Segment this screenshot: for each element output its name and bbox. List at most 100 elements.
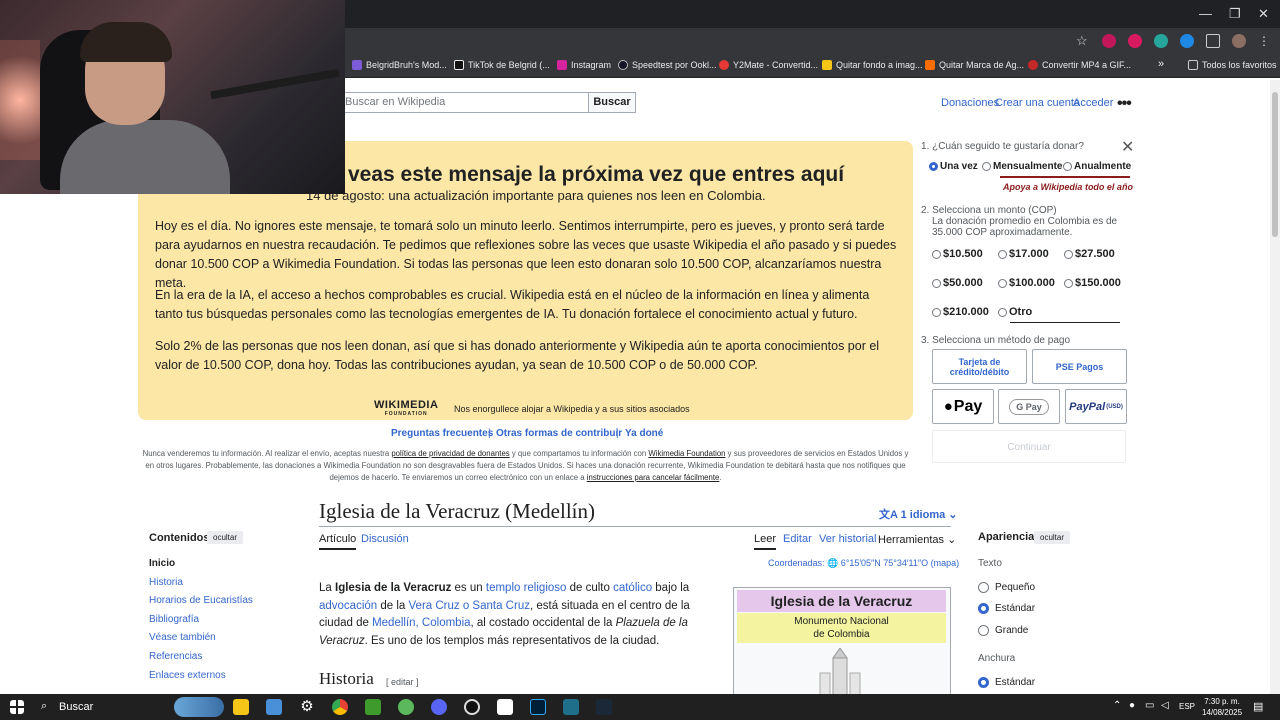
network-icon[interactable]: ▭ [1145,700,1154,711]
faq-link[interactable]: Preguntas frecuentes [391,428,493,439]
all-bookmarks[interactable]: Todos los favoritos [1188,60,1277,70]
cancel-instructions-link[interactable]: instrucciones para cancelar fácilmente [587,473,720,482]
amount-10500[interactable]: $10.500 [932,248,983,260]
restore-icon[interactable]: ❐ [1229,6,1241,22]
link-catolico[interactable]: católico [613,582,652,594]
freq-once[interactable]: Una vez [929,161,978,172]
bookmark-2[interactable]: Instagram [557,60,611,70]
bookmark-3[interactable]: Speedtest por Ookl... [618,60,717,70]
clock[interactable]: 7:30 p. m. 14/08/2025 [1202,696,1242,718]
windows-start-icon[interactable] [10,700,24,714]
continue-button[interactable]: Continuar [932,430,1126,463]
extension-blue-icon[interactable] [1180,34,1194,48]
bookmarks-more[interactable]: » [1158,58,1164,70]
discord-icon[interactable] [431,699,447,715]
input-language[interactable]: ESP [1179,702,1195,711]
tab-read[interactable]: Leer [754,533,777,550]
scrollbar-thumb[interactable] [1272,92,1278,237]
create-account-link[interactable]: Crear una cuenta [995,97,1080,109]
extension-teal-icon[interactable] [1154,34,1168,48]
photoshop-icon[interactable] [530,699,546,715]
toc-item-horarios[interactable]: Horarios de Eucaristías [149,595,253,606]
notifications-icon[interactable]: ▤ [1253,700,1263,713]
text-size-large[interactable]: Grande [978,625,1028,636]
toc-item-bibliografia[interactable]: Bibliografía [149,614,199,625]
widgets-icon[interactable] [174,697,224,717]
chrome-icon[interactable] [332,699,348,715]
menu-kebab-icon[interactable]: ⋮ [1258,34,1272,48]
taskbar-search[interactable]: Buscar [33,697,173,717]
paypal-button[interactable]: PayPal (USD) [1065,389,1127,424]
steam-icon[interactable] [596,699,612,715]
google-pay-button[interactable]: G Pay [998,389,1060,424]
pay-pse-button[interactable]: PSE Pagos [1032,349,1127,384]
volume-icon[interactable]: ◁ [1161,700,1169,711]
apple-pay-button[interactable]: ● Pay [932,389,994,424]
privacy-policy-link[interactable]: política de privacidad de donantes [391,449,509,458]
close-window-icon[interactable]: ✕ [1258,6,1269,22]
other-ways-link[interactable]: Otras formas de contribuir [496,428,622,439]
edit-section-link[interactable]: [ editar ] [386,677,419,687]
obs-icon[interactable] [464,699,480,715]
bookmark-4[interactable]: Y2Mate - Convertid... [719,60,818,70]
tab-article[interactable]: Artículo [319,533,357,550]
bookmark-0[interactable]: BelgridBruh's Mod... [352,60,447,70]
amount-100000[interactable]: $100.000 [998,277,1055,289]
close-icon[interactable]: ✕ [1121,137,1134,157]
minimize-icon[interactable]: — [1199,6,1212,21]
xbox-icon[interactable] [398,699,414,715]
microphone-icon[interactable]: ● [1129,700,1135,711]
amount-150000[interactable]: $150.000 [1064,277,1121,289]
minecraft-icon[interactable] [365,699,381,715]
amount-other[interactable]: Otro [998,306,1032,318]
wiki-search-input[interactable]: Buscar en Wikipedia [338,92,589,113]
capcut-icon[interactable] [497,699,513,715]
more-options-icon[interactable]: ••• [1117,95,1132,113]
wiki-search-button[interactable]: Buscar [588,92,636,113]
donate-link[interactable]: Donaciones [941,97,999,109]
profile-avatar-icon[interactable] [1232,34,1246,48]
amount-27500[interactable]: $27.500 [1064,248,1115,260]
already-donated-link[interactable]: Ya doné [625,428,663,439]
toc-item-vease[interactable]: Véase también [149,632,216,643]
link-vera-cruz[interactable]: Vera Cruz o Santa Cruz [409,600,530,612]
text-size-standard[interactable]: Estándar [978,603,1035,614]
pay-card-button[interactable]: Tarjeta de crédito/débito [932,349,1027,384]
language-selector[interactable]: 文A 1 idioma ⌄ [879,506,958,522]
star-icon[interactable]: ☆ [1076,34,1090,48]
tools-menu[interactable]: Herramientas ⌄ [878,533,956,546]
text-size-small[interactable]: Pequeño [978,582,1035,593]
extension-red-icon[interactable] [1102,34,1116,48]
bookmark-6[interactable]: Quitar Marca de Ag... [925,60,1024,70]
toc-item-referencias[interactable]: Referencias [149,651,202,662]
puzzle-icon[interactable] [1206,34,1220,48]
toc-item-historia[interactable]: Historia [149,577,183,588]
toc-item-inicio[interactable]: Inicio [149,558,175,569]
wikimedia-foundation-link[interactable]: Wikimedia Foundation [648,449,725,458]
extension-pink-icon[interactable] [1128,34,1142,48]
bookmark-7[interactable]: Convertir MP4 a GIF... [1028,60,1131,70]
link-medellin[interactable]: Medellín, Colombia [372,617,470,629]
settings-gear-icon[interactable]: ⚙ [299,699,315,715]
amount-210000[interactable]: $210.000 [932,306,989,318]
toc-hide-button[interactable]: ocultar [207,531,244,544]
bookmark-5[interactable]: Quitar fondo a imag... [822,60,923,70]
freq-yearly[interactable]: Anualmente [1063,161,1131,172]
tab-history[interactable]: Ver historial [819,533,876,545]
bookmark-1[interactable]: TikTok de Belgrid (... [454,60,550,70]
freq-monthly[interactable]: Mensualmente [982,161,1062,172]
desktop-app-icon[interactable] [266,699,282,715]
file-explorer-icon[interactable] [233,699,249,715]
link-templo[interactable]: templo religioso [486,582,567,594]
app-icon[interactable] [563,699,579,715]
appearance-hide-button[interactable]: ocultar [1034,531,1071,544]
login-link[interactable]: Acceder [1073,97,1113,109]
amount-50000[interactable]: $50.000 [932,277,983,289]
amount-17000[interactable]: $17.000 [998,248,1049,260]
other-amount-input[interactable] [1010,322,1120,323]
coordinates[interactable]: Coordenadas: 🌐 6°15′05″N 75°34′11″O (map… [768,558,959,569]
chevron-up-icon[interactable]: ⌃ [1113,700,1121,711]
tab-edit[interactable]: Editar [783,533,812,545]
link-advocacion[interactable]: advocación [319,600,377,612]
tab-discussion[interactable]: Discusión [361,533,409,545]
